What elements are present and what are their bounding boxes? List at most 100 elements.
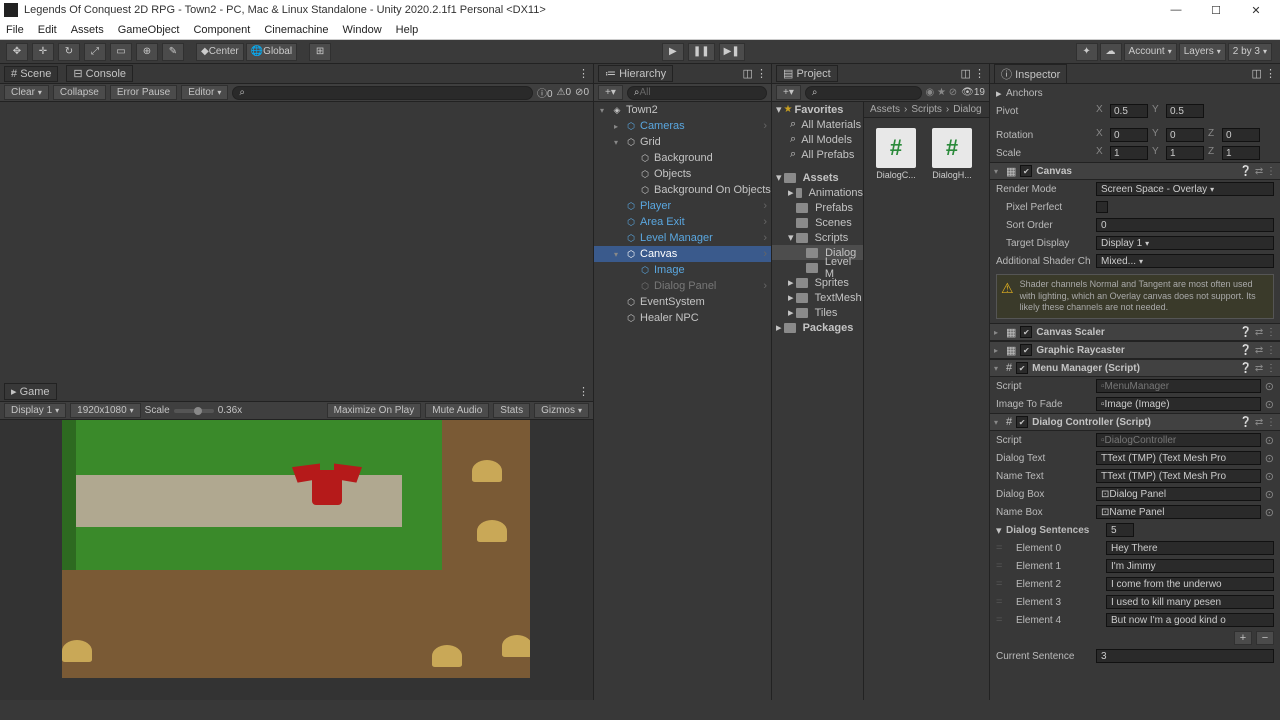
rot-x[interactable]: 0 (1110, 128, 1148, 142)
dialog-text[interactable]: TText (TMP) (Text Mesh Pro (1096, 451, 1261, 465)
pivot-y[interactable]: 0.5 (1166, 104, 1204, 118)
pivot-x[interactable]: 0.5 (1110, 104, 1148, 118)
mute-audio[interactable]: Mute Audio (425, 403, 489, 418)
sort-order[interactable]: 0 (1096, 218, 1274, 232)
project-add[interactable]: +▾ (776, 85, 801, 100)
hierarchy-item[interactable]: ▾⬡Grid (594, 134, 771, 150)
pause-button[interactable]: ❚❚ (688, 43, 715, 61)
space-button[interactable]: 🌐Global (246, 43, 297, 61)
name-box[interactable]: ⊡Name Panel (1096, 505, 1261, 519)
rect-tool[interactable]: ▭ (110, 43, 132, 61)
hierarchy-item[interactable]: ⬡Background (594, 150, 771, 166)
hierarchy-add[interactable]: +▾ (598, 85, 623, 100)
maximize-button[interactable]: ☐ (1196, 4, 1236, 17)
cloud-button[interactable]: ☁ (1100, 43, 1122, 61)
canvas-scaler-component[interactable]: ▸▦✔Canvas Scaler❔ ⇄ ⋮ (990, 323, 1280, 341)
rotate-tool[interactable]: ↻ (58, 43, 80, 61)
tab-game[interactable]: ▸ Game (4, 383, 57, 400)
canvas-component[interactable]: ▾▦✔Canvas❔ ⇄ ⋮ (990, 162, 1280, 180)
hierarchy-item[interactable]: ⬡Dialog Panel› (594, 278, 771, 294)
pivot-button[interactable]: ◆Center (196, 43, 244, 61)
hierarchy-item[interactable]: ⬡Image (594, 262, 771, 278)
hierarchy-item[interactable]: ⬡EventSystem (594, 294, 771, 310)
hierarchy-item[interactable]: ⬡Background On Objects (594, 182, 771, 198)
current-sentence[interactable]: 3 (1096, 649, 1274, 663)
image-to-fade[interactable]: ▫Image (Image) (1096, 397, 1261, 411)
snap-button[interactable]: ⊞ (309, 43, 331, 61)
graphic-raycaster-component[interactable]: ▸▦✔Graphic Raycaster❔ ⇄ ⋮ (990, 341, 1280, 359)
display-dropdown[interactable]: Display 1 (4, 403, 66, 418)
target-display[interactable]: Display 1 (1096, 236, 1274, 250)
clear-button[interactable]: Clear (4, 85, 49, 100)
folder-prefabs[interactable]: Prefabs (772, 200, 863, 215)
packages-folder[interactable]: ▸ Packages (772, 320, 863, 335)
render-mode[interactable]: Screen Space - Overlay (1096, 182, 1274, 196)
hierarchy-item[interactable]: ⬡Level Manager› (594, 230, 771, 246)
hierarchy-item[interactable]: ▾◈Town2 (594, 102, 771, 118)
all-models[interactable]: ⌕ All Models (772, 132, 863, 147)
script-asset[interactable]: #DialogH... (930, 128, 974, 180)
resolution-dropdown[interactable]: 1920x1080 (70, 403, 141, 418)
collapse-button[interactable]: Collapse (53, 85, 106, 100)
folder-scripts[interactable]: ▾ Scripts (772, 230, 863, 245)
layout-dropdown[interactable]: 2 by 3 (1228, 43, 1272, 61)
scale-tool[interactable]: ⤢ (84, 43, 106, 61)
folder-textmesh[interactable]: ▸ TextMesh (772, 290, 863, 305)
hierarchy-item[interactable]: ▾⬡Canvas› (594, 246, 771, 262)
menu-file[interactable]: File (6, 24, 24, 36)
move-tool[interactable]: ✛ (32, 43, 54, 61)
favorites[interactable]: ▾★Favorites (772, 102, 863, 117)
tab-hierarchy[interactable]: ≔ Hierarchy (598, 65, 673, 82)
layers-dropdown[interactable]: Layers (1179, 43, 1226, 61)
element-value[interactable]: I come from the underwo (1106, 577, 1274, 591)
breadcrumb[interactable]: Assets › Scripts › Dialog (864, 102, 989, 118)
minimize-button[interactable]: — (1156, 4, 1196, 17)
pixel-perfect-check[interactable] (1096, 201, 1108, 213)
gizmos-dropdown[interactable]: Gizmos (534, 403, 589, 418)
folder-animations[interactable]: ▸ Animations (772, 185, 863, 200)
additional-shader[interactable]: Mixed... (1096, 254, 1274, 268)
maximize-on-play[interactable]: Maximize On Play (327, 403, 422, 418)
close-button[interactable]: ✕ (1236, 4, 1276, 17)
custom-tool[interactable]: ✎ (162, 43, 184, 61)
filter-icons[interactable]: ◉ ★ ⊘ (926, 87, 958, 98)
element-value[interactable]: Hey There (1106, 541, 1274, 555)
hand-tool[interactable]: ✥ (6, 43, 28, 61)
hierarchy-item[interactable]: ⬡Healer NPC (594, 310, 771, 326)
add-element[interactable]: + (1234, 631, 1252, 645)
all-prefabs[interactable]: ⌕ All Prefabs (772, 147, 863, 162)
account-dropdown[interactable]: Account (1124, 43, 1177, 61)
dialog-box[interactable]: ⊡Dialog Panel (1096, 487, 1261, 501)
tab-scene[interactable]: # Scene (4, 66, 58, 82)
scale-x[interactable]: 1 (1110, 146, 1148, 160)
hierarchy-item[interactable]: ⬡Objects (594, 166, 771, 182)
assets-folder[interactable]: ▾ Assets (772, 170, 863, 185)
folder-tiles[interactable]: ▸ Tiles (772, 305, 863, 320)
all-materials[interactable]: ⌕ All Materials (772, 117, 863, 132)
rot-y[interactable]: 0 (1166, 128, 1204, 142)
step-button[interactable]: ▶❚ (719, 43, 745, 61)
hierarchy-item[interactable]: ⬡Player› (594, 198, 771, 214)
menu-cinemachine[interactable]: Cinemachine (264, 24, 328, 36)
stats-button[interactable]: Stats (493, 403, 530, 418)
hierarchy-item[interactable]: ▸⬡Cameras› (594, 118, 771, 134)
menu-window[interactable]: Window (343, 24, 382, 36)
transform-tool[interactable]: ⊕ (136, 43, 158, 61)
hierarchy-search[interactable]: ⌕ All (627, 86, 767, 100)
name-text[interactable]: TText (TMP) (Text Mesh Pro (1096, 469, 1261, 483)
hierarchy-item[interactable]: ⬡Area Exit› (594, 214, 771, 230)
folder-levelm[interactable]: Level M (772, 260, 863, 275)
menu-help[interactable]: Help (396, 24, 419, 36)
console-search[interactable]: ⌕ (232, 86, 533, 100)
folder-scenes[interactable]: Scenes (772, 215, 863, 230)
scale-y[interactable]: 1 (1166, 146, 1204, 160)
tab-console[interactable]: ⊟ Console (66, 65, 133, 82)
tab-project[interactable]: ▤ Project (776, 65, 838, 82)
scale-z[interactable]: 1 (1222, 146, 1260, 160)
menu-manager-component[interactable]: ▾#✔Menu Manager (Script)❔ ⇄ ⋮ (990, 359, 1280, 377)
element-value[interactable]: I used to kill many pesen (1106, 595, 1274, 609)
rot-z[interactable]: 0 (1222, 128, 1260, 142)
editor-dropdown[interactable]: Editor (181, 85, 228, 100)
dialog-controller-component[interactable]: ▾#✔Dialog Controller (Script)❔ ⇄ ⋮ (990, 413, 1280, 431)
scale-slider[interactable] (174, 409, 214, 413)
